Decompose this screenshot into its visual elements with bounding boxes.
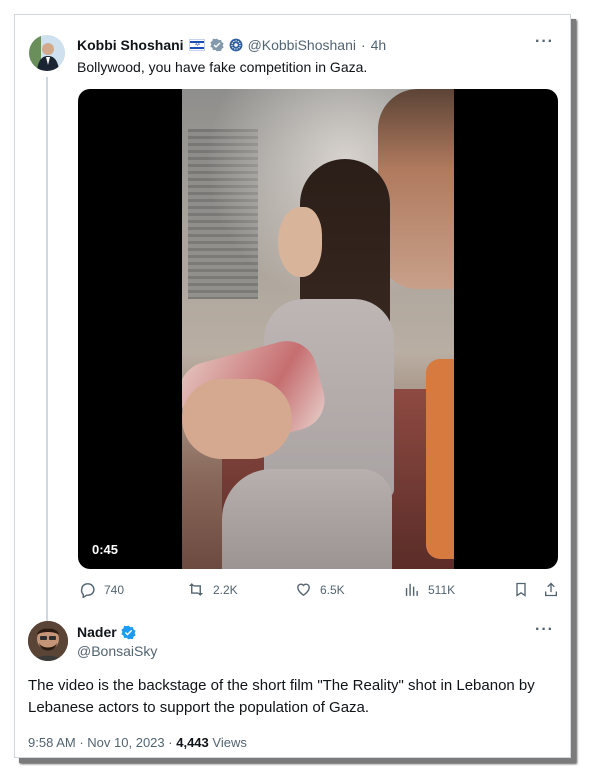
tweet1-header: Kobbi Shoshani ✡ @KobbiShoshani · 4h <box>77 37 386 53</box>
meta-separator: · <box>79 735 84 750</box>
share-icon <box>545 582 557 597</box>
tweet2-date[interactable]: Nov 10, 2023 <box>87 735 164 750</box>
bookmark-button[interactable] <box>513 581 529 598</box>
more-icon[interactable]: ··· <box>535 33 554 51</box>
like-button[interactable]: 6.5K <box>295 581 345 598</box>
video-duration: 0:45 <box>92 542 119 557</box>
tweet1-time[interactable]: 4h <box>371 37 387 53</box>
video-thumbnail <box>182 89 454 569</box>
tweet1-author-name[interactable]: Kobbi Shoshani <box>77 37 184 53</box>
share-button[interactable] <box>543 581 559 598</box>
views-button[interactable]: 511K <box>403 581 455 598</box>
tweet2-meta: 9:58 AM · Nov 10, 2023 · 4,443 Views <box>28 735 247 750</box>
tweet2-text: The video is the backstage of the short … <box>28 677 535 716</box>
israel-flag-icon: ✡ <box>188 39 205 51</box>
tweet2-views-label: Views <box>212 735 247 750</box>
like-icon <box>297 583 310 597</box>
views-icon <box>405 583 418 596</box>
meta-separator: · <box>168 735 173 750</box>
verified-blue-icon[interactable] <box>121 625 136 640</box>
tweet1-handle[interactable]: @KobbiShoshani <box>248 37 356 53</box>
views-count: 511K <box>428 582 456 597</box>
more-icon[interactable]: ··· <box>535 621 554 639</box>
reply-button[interactable]: 740 <box>79 581 124 598</box>
thread-connector-line <box>46 77 48 622</box>
tweet2-handle[interactable]: @BonsaiSky <box>77 643 157 659</box>
repost-count: 2.2K <box>213 582 238 597</box>
nader-avatar[interactable] <box>28 621 68 661</box>
verified-grey-icon[interactable] <box>209 38 224 52</box>
like-count: 6.5K <box>320 582 345 597</box>
repost-icon <box>188 583 204 596</box>
government-badge-icon[interactable] <box>229 38 243 52</box>
kobbi-avatar[interactable] <box>29 35 65 71</box>
tweet1-action-bar: 740 2.2K 6.5K 511K <box>77 581 559 603</box>
tweet2-time[interactable]: 9:58 AM <box>28 735 76 750</box>
tweet2-author-name[interactable]: Nader <box>77 624 117 640</box>
reply-count: 740 <box>104 582 125 597</box>
repost-button[interactable]: 2.2K <box>187 581 238 598</box>
tweet2-author: Nader <box>77 624 136 640</box>
tweet-thread-card: Kobbi Shoshani ✡ @KobbiShoshani · 4h ···… <box>14 14 571 758</box>
tweet1-text: Bollywood, you have fake competition in … <box>77 59 368 75</box>
tweet2-views-count: 4,443 <box>176 735 209 750</box>
tweet1-separator: · <box>360 37 366 53</box>
reply-icon <box>80 583 95 598</box>
bookmark-icon <box>516 582 526 597</box>
video-player[interactable]: 0:45 <box>78 89 558 569</box>
